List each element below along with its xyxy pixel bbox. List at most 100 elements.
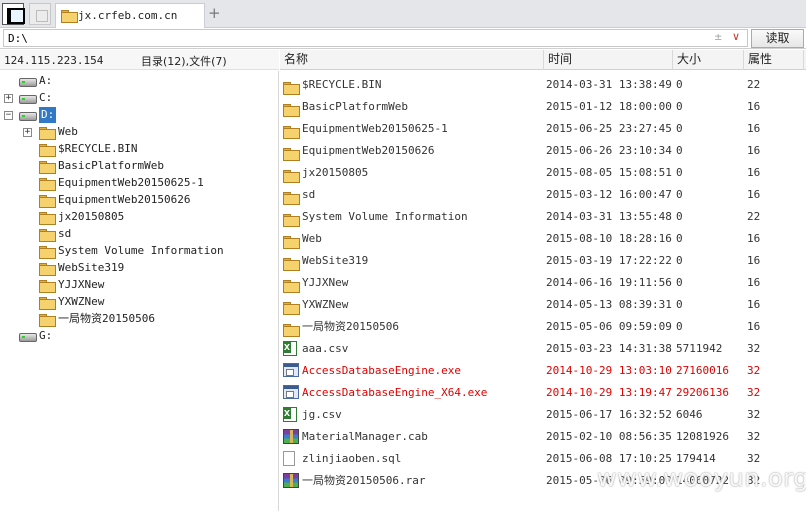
- folder-icon: [39, 297, 56, 310]
- tree-node-drive[interactable]: G:: [0, 328, 270, 345]
- tree-node-label: jx20150805: [58, 210, 125, 223]
- collapse-icon[interactable]: −: [4, 111, 13, 120]
- tree-node-folder[interactable]: sd: [0, 226, 270, 243]
- tree-node-folder[interactable]: EquipmentWeb20150625-1: [0, 175, 270, 192]
- list-item[interactable]: YJJXNew 2014-06-16 19:11:56 0 16: [280, 272, 806, 294]
- tree-node-folder[interactable]: WebSite319: [0, 260, 270, 277]
- list-item[interactable]: MaterialManager.cab 2015-02-10 08:56:35 12…: [280, 426, 806, 448]
- folder-icon: [39, 212, 56, 225]
- file-name: $RECYCLE.BIN: [302, 78, 382, 91]
- expand-icon[interactable]: +: [4, 94, 13, 103]
- file-size: 0: [676, 78, 683, 91]
- tree-node-folder[interactable]: 一局物资20150506: [0, 311, 270, 328]
- excel-file-icon: [283, 407, 297, 422]
- file-attr: 16: [747, 276, 761, 289]
- tree-node-folder[interactable]: + Web: [0, 124, 270, 141]
- tree-node-folder[interactable]: System Volume Information: [0, 243, 270, 260]
- window-icon[interactable]: [29, 3, 51, 25]
- tree-node-label: D:: [39, 107, 57, 123]
- file-size: 0: [676, 232, 683, 245]
- file-name: EquipmentWeb20150626: [302, 144, 435, 157]
- list-item[interactable]: System Volume Information 2014-03-31 13:5…: [280, 206, 806, 228]
- file-time: 2015-06-25 23:27:45: [546, 122, 672, 135]
- file-name: jx20150805: [302, 166, 369, 179]
- panel-toggle-icon[interactable]: [2, 3, 25, 25]
- list-item[interactable]: jg.csv 2015-06-17 16:32:52 6046 32: [280, 404, 806, 426]
- toggle-icon[interactable]: ±: [714, 32, 722, 43]
- list-item[interactable]: $RECYCLE.BIN 2014-03-31 13:38:49 0 22: [280, 74, 806, 96]
- tree-node-folder[interactable]: YXWZNew: [0, 294, 270, 311]
- folder-icon: [39, 127, 56, 140]
- file-size: 29206136: [676, 386, 729, 399]
- read-button[interactable]: 读取: [751, 29, 804, 48]
- file-time: 2014-06-16 19:11:56: [546, 276, 672, 289]
- expand-icon[interactable]: +: [23, 128, 32, 137]
- folder-icon: [61, 10, 78, 23]
- list-item[interactable]: EquipmentWeb20150626 2015-06-26 23:10:34 0…: [280, 140, 806, 162]
- tree-node-drive[interactable]: A:: [0, 73, 270, 90]
- column-header-size[interactable]: 大小: [673, 50, 744, 70]
- file-attr: 16: [747, 188, 761, 201]
- file-time: 2015-03-19 17:22:22: [546, 254, 672, 267]
- file-size: 27160016: [676, 364, 729, 377]
- list-item[interactable]: AccessDatabaseEngine.exe 2014-10-29 13:03…: [280, 360, 806, 382]
- tree-node-drive[interactable]: − D:: [0, 107, 270, 124]
- file-time: 2015-06-26 23:10:34: [546, 144, 672, 157]
- file-name: WebSite319: [302, 254, 369, 267]
- file-time: 2015-08-05 15:08:51: [546, 166, 672, 179]
- file-time: 2015-08-10 18:28:16: [546, 232, 672, 245]
- file-size: 0: [676, 320, 683, 333]
- list-item[interactable]: aaa.csv 2015-03-23 14:31:38 5711942 32: [280, 338, 806, 360]
- column-header-time[interactable]: 时间: [544, 50, 673, 70]
- tree-node-folder[interactable]: jx20150805: [0, 209, 270, 226]
- folder-icon: [283, 104, 300, 117]
- tree-node-label: sd: [58, 227, 72, 240]
- new-tab-button[interactable]: +: [208, 4, 221, 22]
- tree-node-folder[interactable]: $RECYCLE.BIN: [0, 141, 270, 158]
- file-name: aaa.csv: [302, 342, 349, 355]
- file-attr: 22: [747, 210, 761, 223]
- file-attr: 32: [747, 386, 761, 399]
- folder-icon: [283, 280, 300, 293]
- tree-node-folder[interactable]: BasicPlatformWeb: [0, 158, 270, 175]
- list-item[interactable]: sd 2015-03-12 16:00:47 0 16: [280, 184, 806, 206]
- tree-node-folder[interactable]: YJJXNew: [0, 277, 270, 294]
- tree-node-label: YJJXNew: [58, 278, 105, 291]
- folder-icon: [39, 263, 56, 276]
- tree-node-label: EquipmentWeb20150626: [58, 193, 191, 206]
- tree-node-drive[interactable]: + C:: [0, 90, 270, 107]
- list-item[interactable]: AccessDatabaseEngine_X64.exe 2014-10-29 1…: [280, 382, 806, 404]
- file-list: $RECYCLE.BIN 2014-03-31 13:38:49 0 22 BasicP…: [280, 71, 806, 511]
- list-item-icon-cell: [283, 473, 299, 498]
- tree-node-folder[interactable]: EquipmentWeb20150626: [0, 192, 270, 209]
- file-attr: 22: [747, 78, 761, 91]
- file-attr: 32: [747, 342, 761, 355]
- folder-icon: [39, 195, 56, 208]
- list-item[interactable]: Web 2015-08-10 18:28:16 0 16: [280, 228, 806, 250]
- file-attr: 16: [747, 298, 761, 311]
- folder-icon: [283, 192, 300, 205]
- file-attr: 32: [747, 364, 761, 377]
- file-name: Web: [302, 232, 322, 245]
- list-item[interactable]: YXWZNew 2014-05-13 08:39:31 0 16: [280, 294, 806, 316]
- column-header-name[interactable]: 名称: [280, 50, 544, 70]
- folder-icon: [39, 229, 56, 242]
- path-input[interactable]: D:\: [3, 29, 748, 47]
- list-item[interactable]: EquipmentWeb20150625-1 2015-06-25 23:27:4…: [280, 118, 806, 140]
- folder-icon: [283, 302, 300, 315]
- list-item[interactable]: 一局物资20150506 2015-05-06 09:59:09 0 16: [280, 316, 806, 338]
- drive-icon: [19, 110, 37, 121]
- text-file-icon: [283, 451, 295, 466]
- folder-icon: [39, 161, 56, 174]
- folder-icon: [39, 144, 56, 157]
- file-name: 一局物资20150506: [302, 320, 399, 333]
- folder-icon: [39, 280, 56, 293]
- list-item[interactable]: jx20150805 2015-08-05 15:08:51 0 16: [280, 162, 806, 184]
- file-time: 2015-02-10 08:56:35: [546, 430, 672, 443]
- chevron-down-icon[interactable]: ∨: [732, 30, 740, 43]
- tab-active[interactable]: jx.crfeb.com.cn: [55, 3, 205, 28]
- file-name: AccessDatabaseEngine.exe: [302, 364, 461, 377]
- column-header-attr[interactable]: 属性: [744, 50, 804, 70]
- list-item[interactable]: WebSite319 2015-03-19 17:22:22 0 16: [280, 250, 806, 272]
- list-item[interactable]: BasicPlatformWeb 2015-01-12 18:00:00 0 16: [280, 96, 806, 118]
